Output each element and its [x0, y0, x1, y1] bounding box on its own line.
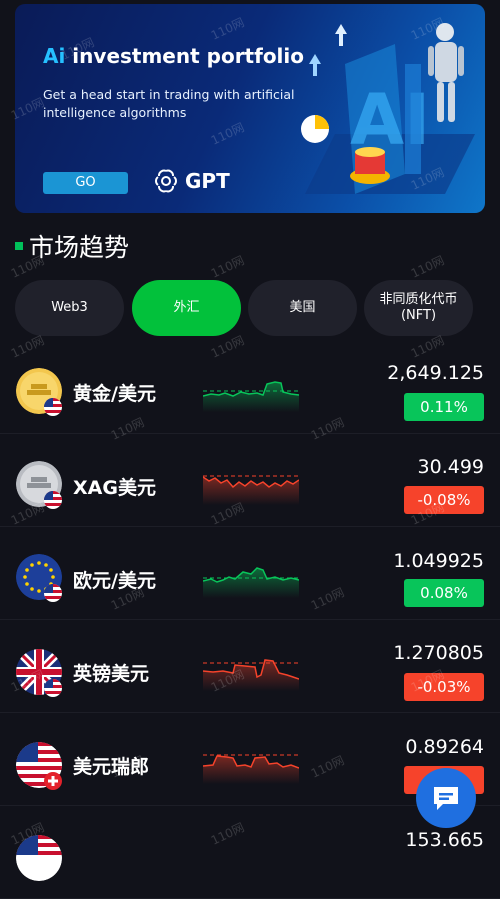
banner-subtitle: Get a head start in trading with artific… — [43, 87, 295, 120]
market-row[interactable]: XAG美元 30.499 -0.08% — [0, 433, 500, 527]
sparkline — [203, 659, 299, 691]
us-flag-icon — [16, 742, 64, 790]
swiss-flag-icon — [44, 772, 62, 790]
change-badge: 0.11% — [404, 393, 484, 421]
go-button[interactable]: GO — [43, 172, 128, 194]
market-row[interactable]: 黄金/美元 2,649.125 0.11% — [0, 340, 500, 434]
us-flag-icon — [44, 584, 62, 602]
market-name: XAG美元 — [73, 477, 156, 499]
gpt-logo: GPT — [153, 168, 230, 194]
openai-icon — [155, 169, 177, 193]
chat-button[interactable] — [416, 768, 476, 828]
change-badge: -0.08% — [404, 486, 484, 514]
us-flag-icon — [16, 835, 64, 883]
market-name: 欧元/美元 — [73, 570, 156, 592]
market-trend-header: 市场趋势 — [15, 228, 129, 264]
sparkline — [203, 567, 299, 598]
uk-flag-icon — [16, 649, 64, 697]
promo-banner[interactable]: Ai investment portfolio Get a head start… — [15, 4, 485, 213]
chat-bubble-icon — [434, 787, 458, 810]
section-marker — [15, 242, 23, 250]
market-price: 0.89264 — [405, 736, 484, 758]
tab-web3[interactable]: Web3 — [15, 280, 124, 336]
watermark: 110网 — [208, 253, 247, 281]
sparkline — [203, 754, 299, 784]
market-price: 1.049925 — [393, 550, 484, 572]
sparkline — [203, 475, 299, 505]
market-price: 1.270805 — [393, 642, 484, 664]
market-price: 2,649.125 — [387, 362, 484, 384]
watermark: 110网 — [408, 253, 447, 281]
change-badge: -0.03% — [404, 673, 484, 701]
us-flag-icon — [44, 398, 62, 416]
market-name: 英镑美元 — [73, 663, 150, 685]
market-name: 美元瑞郎 — [73, 756, 150, 778]
gold-bars-icon — [16, 368, 64, 416]
silver-bars-icon — [16, 461, 64, 509]
us-flag-icon — [44, 679, 62, 697]
eu-flag-icon — [16, 554, 64, 602]
market-row[interactable]: 欧元/美元 1.049925 0.08% — [0, 526, 500, 620]
section-title: 市场趋势 — [29, 233, 130, 262]
tab-nft[interactable]: 非同质化代币 (NFT) — [364, 280, 473, 336]
tab-us[interactable]: 美国 — [248, 280, 357, 336]
market-name: 黄金/美元 — [73, 383, 156, 405]
tab-forex[interactable]: 外汇 — [132, 280, 241, 336]
ai-robot-illustration: AI — [301, 23, 475, 194]
change-badge: 0.08% — [404, 579, 484, 607]
sparkline — [203, 381, 299, 412]
banner-title: Ai investment portfolio — [43, 44, 305, 68]
market-row[interactable]: 英镑美元 1.270805 -0.03% — [0, 619, 500, 713]
market-price: 30.499 — [417, 456, 484, 478]
market-tabs: Web3 外汇 美国 非同质化代币 (NFT) — [15, 280, 485, 336]
us-flag-icon — [44, 491, 62, 509]
